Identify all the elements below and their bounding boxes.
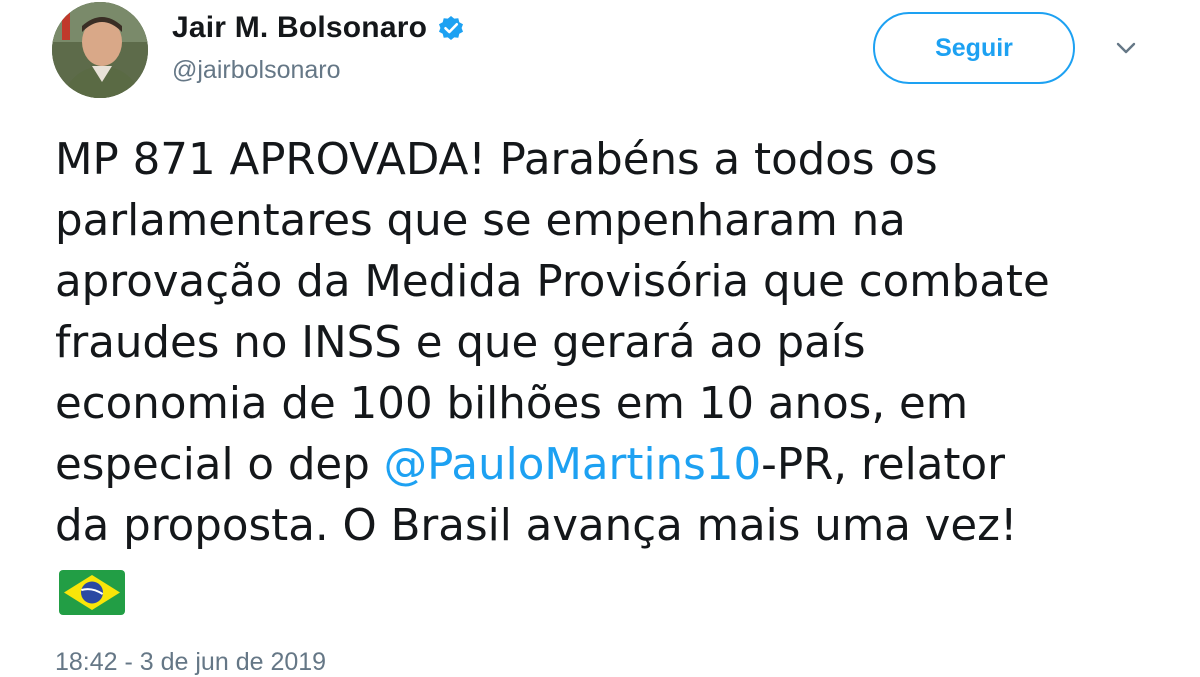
tweet-text-line: parlamentares que se empenharam na xyxy=(55,196,906,246)
tweet-header: Jair M. Bolsonaro @jairbolsonaro Seguir xyxy=(0,0,1200,110)
author-handle[interactable]: @jairbolsonaro xyxy=(172,56,341,85)
verified-badge-icon xyxy=(437,14,465,42)
follow-button[interactable]: Seguir xyxy=(873,12,1075,84)
tweet-text-line: economia de 100 bilhões em 10 anos, em xyxy=(55,379,969,429)
tweet-text-line: MP 871 APROVADA! Parabéns a todos os xyxy=(55,135,938,185)
author-display-name[interactable]: Jair M. Bolsonaro xyxy=(172,11,427,45)
mention-link[interactable]: @PauloMartins10 xyxy=(384,440,762,490)
avatar-image xyxy=(52,2,148,98)
chevron-down-icon[interactable] xyxy=(1112,38,1140,58)
tweet-text-line: fraudes no INSS e que gerará ao país xyxy=(55,318,866,368)
author-name-row: Jair M. Bolsonaro xyxy=(172,8,465,48)
avatar[interactable] xyxy=(52,2,148,98)
tweet-text-segment: especial o dep xyxy=(55,440,384,490)
tweet-text: MP 871 APROVADA! Parabéns a todos os par… xyxy=(55,130,1165,557)
tweet-text-line: da proposta. O Brasil avança mais uma ve… xyxy=(55,501,1018,551)
tweet-text-segment: -PR, relator xyxy=(761,440,1005,490)
tweet-timestamp[interactable]: 18:42 - 3 de jun de 2019 xyxy=(55,648,326,677)
follow-button-label: Seguir xyxy=(935,33,1013,62)
brazil-flag-icon xyxy=(59,570,125,615)
tweet-text-line: especial o dep @PauloMartins10-PR, relat… xyxy=(55,435,1165,496)
tweet-text-line: aprovação da Medida Provisória que comba… xyxy=(55,257,1050,307)
